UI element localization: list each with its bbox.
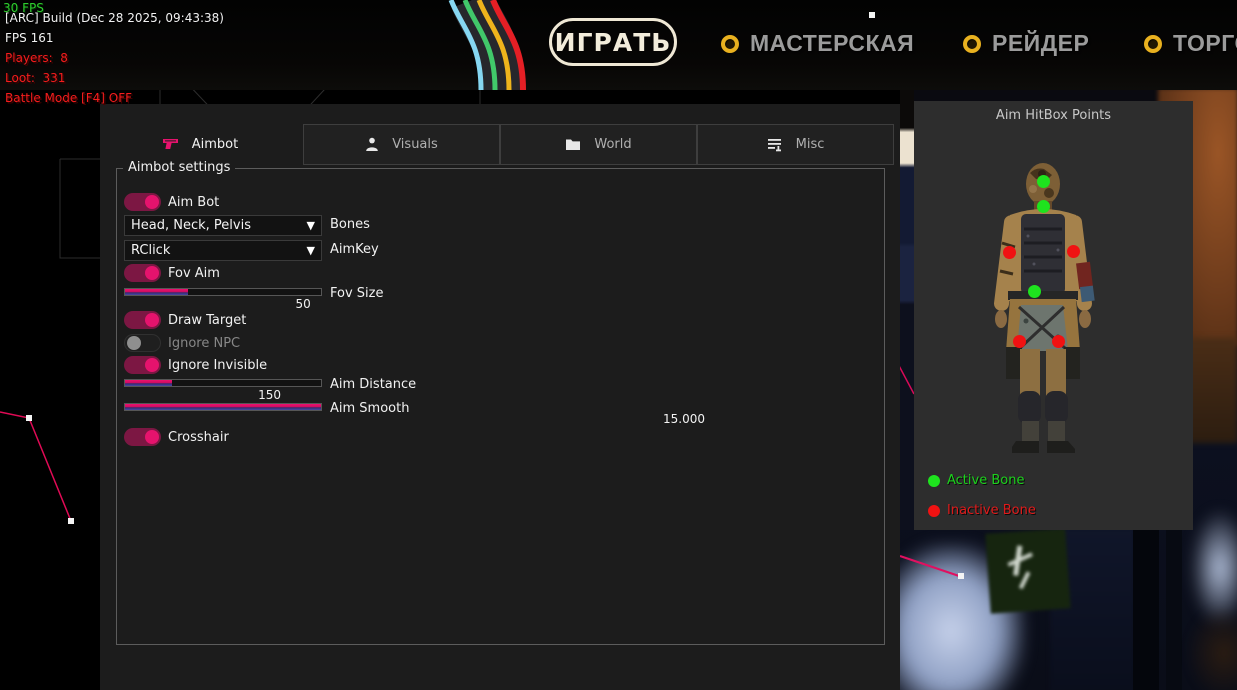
fov-size-slider[interactable] [124, 288, 322, 296]
ignore-invisible-label: Ignore Invisible [168, 358, 267, 373]
tab-misc[interactable]: Misc [697, 124, 894, 165]
active-bone-dot-icon [928, 475, 940, 487]
screen: ИГРАТЬ МАСТЕРСКАЯ РЕЙДЕР ТОРГОВ 30 FPS [… [0, 0, 1237, 690]
fov-size-row: 50 Fov Size [124, 288, 684, 310]
battle-mode-line: Battle Mode [F4] OFF [5, 91, 132, 105]
legend-label: Inactive Bone [947, 503, 1036, 518]
tab-label: Visuals [392, 137, 438, 152]
tab-label: World [594, 137, 631, 152]
aim-distance-slider[interactable] [124, 379, 322, 387]
hitbox-panel-title: Aim HitBox Points [914, 101, 1193, 123]
loot-line: Loot: 331 [5, 71, 65, 85]
draw-target-label: Draw Target [168, 313, 246, 328]
fov-size-value: 50 [296, 297, 311, 311]
bones-row: Head, Neck, Pelvis ▼ Bones [124, 215, 684, 237]
crosshair-label: Crosshair [168, 430, 229, 445]
bones-dropdown[interactable]: Head, Neck, Pelvis ▼ [124, 215, 322, 236]
toggle-knob [145, 313, 159, 327]
bones-dropdown-value: Head, Neck, Pelvis [125, 218, 307, 233]
legend-active-bone: Active Bone [928, 473, 1024, 488]
fps-line: FPS 161 [5, 31, 53, 45]
bones-label: Bones [330, 217, 370, 232]
groupbox-title: Aimbot settings [123, 160, 235, 175]
aimkey-label: AimKey [330, 242, 379, 257]
menu-item-label: ТОРГОВ [1173, 30, 1237, 57]
bone-point-neck [1037, 200, 1050, 213]
menu-item-workshop[interactable]: МАСТЕРСКАЯ [721, 30, 914, 57]
tab-label: Aimbot [192, 137, 238, 152]
bone-point-head [1037, 175, 1050, 188]
menu-item-raider[interactable]: РЕЙДЕР [963, 30, 1089, 57]
inactive-bone-dot-icon [928, 505, 940, 517]
pistol-icon [162, 138, 179, 152]
ignore-invisible-toggle[interactable] [124, 356, 161, 374]
draw-target-row: Draw Target [124, 311, 684, 333]
aim-distance-row: 150 Aim Distance [124, 379, 684, 401]
tab-visuals[interactable]: Visuals [303, 124, 500, 165]
bone-point-left-shoulder [1003, 246, 1016, 259]
menu-item-label: МАСТЕРСКАЯ [750, 30, 914, 57]
playlist-icon [767, 138, 783, 152]
ignore-npc-label: Ignore NPC [168, 336, 240, 351]
aim-distance-label: Aim Distance [330, 377, 416, 392]
menu-item-label: РЕЙДЕР [992, 30, 1089, 57]
crosshair-row: Crosshair [124, 428, 684, 450]
slider-fill [125, 404, 321, 410]
draw-target-toggle[interactable] [124, 311, 161, 329]
menu-item-trade[interactable]: ТОРГОВ [1144, 30, 1237, 57]
slider-fill [125, 289, 188, 295]
aim-distance-value: 150 [258, 388, 281, 402]
rainbow-graffiti [440, 0, 540, 90]
player-model-preview [974, 151, 1124, 471]
marker-dot [869, 12, 875, 18]
coin-icon [1144, 35, 1162, 53]
bone-point-right-thigh [1052, 335, 1065, 348]
fov-aim-label: Fov Aim [168, 266, 220, 281]
person-icon [365, 137, 379, 152]
aim-smooth-slider[interactable] [124, 403, 322, 411]
build-info: [ARC] Build (Dec 28 2025, 09:43:38) [5, 11, 224, 25]
ignore-npc-toggle[interactable] [124, 334, 161, 352]
aim-bot-label: Aim Bot [168, 195, 219, 210]
tab-world[interactable]: World [500, 124, 697, 165]
aimkey-row: RClick ▼ AimKey [124, 240, 684, 262]
players-line: Players: 8 [5, 51, 68, 65]
bone-point-right-shoulder [1067, 245, 1080, 258]
play-button[interactable]: ИГРАТЬ [549, 18, 677, 66]
crosshair-toggle[interactable] [124, 428, 161, 446]
slider-fill [125, 380, 172, 386]
fov-aim-toggle[interactable] [124, 264, 161, 282]
aimkey-dropdown[interactable]: RClick ▼ [124, 240, 322, 261]
tab-label: Misc [796, 137, 825, 152]
tab-aimbot[interactable]: Aimbot [100, 124, 300, 165]
bone-point-pelvis [1028, 285, 1041, 298]
ignore-npc-row: Ignore NPC [124, 334, 684, 356]
aim-bot-toggle[interactable] [124, 193, 161, 211]
cheat-menu-panel: Aimbot Visuals World Misc Aimbot setting… [100, 104, 900, 690]
ignore-invisible-row: Ignore Invisible [124, 356, 684, 378]
legend-inactive-bone: Inactive Bone [928, 503, 1036, 518]
toggle-knob [145, 430, 159, 444]
aim-bot-row: Aim Bot [124, 193, 684, 215]
aim-smooth-value: 15.000 [663, 412, 705, 426]
chevron-down-icon: ▼ [307, 244, 321, 257]
aim-smooth-row: 15.000 Aim Smooth [124, 403, 684, 425]
toggle-knob [145, 266, 159, 280]
fov-size-label: Fov Size [330, 286, 383, 301]
chevron-down-icon: ▼ [307, 219, 321, 232]
fov-aim-row: Fov Aim [124, 264, 684, 286]
hitbox-preview-panel: Aim HitBox Points [914, 101, 1193, 530]
aim-smooth-label: Aim Smooth [330, 401, 409, 416]
toggle-knob [127, 336, 141, 350]
coin-icon [721, 35, 739, 53]
folder-icon [565, 138, 581, 151]
toggle-knob [145, 358, 159, 372]
aimkey-dropdown-value: RClick [125, 243, 307, 258]
bone-point-left-thigh [1013, 335, 1026, 348]
coin-icon [963, 35, 981, 53]
legend-label: Active Bone [947, 473, 1024, 488]
toggle-knob [145, 195, 159, 209]
